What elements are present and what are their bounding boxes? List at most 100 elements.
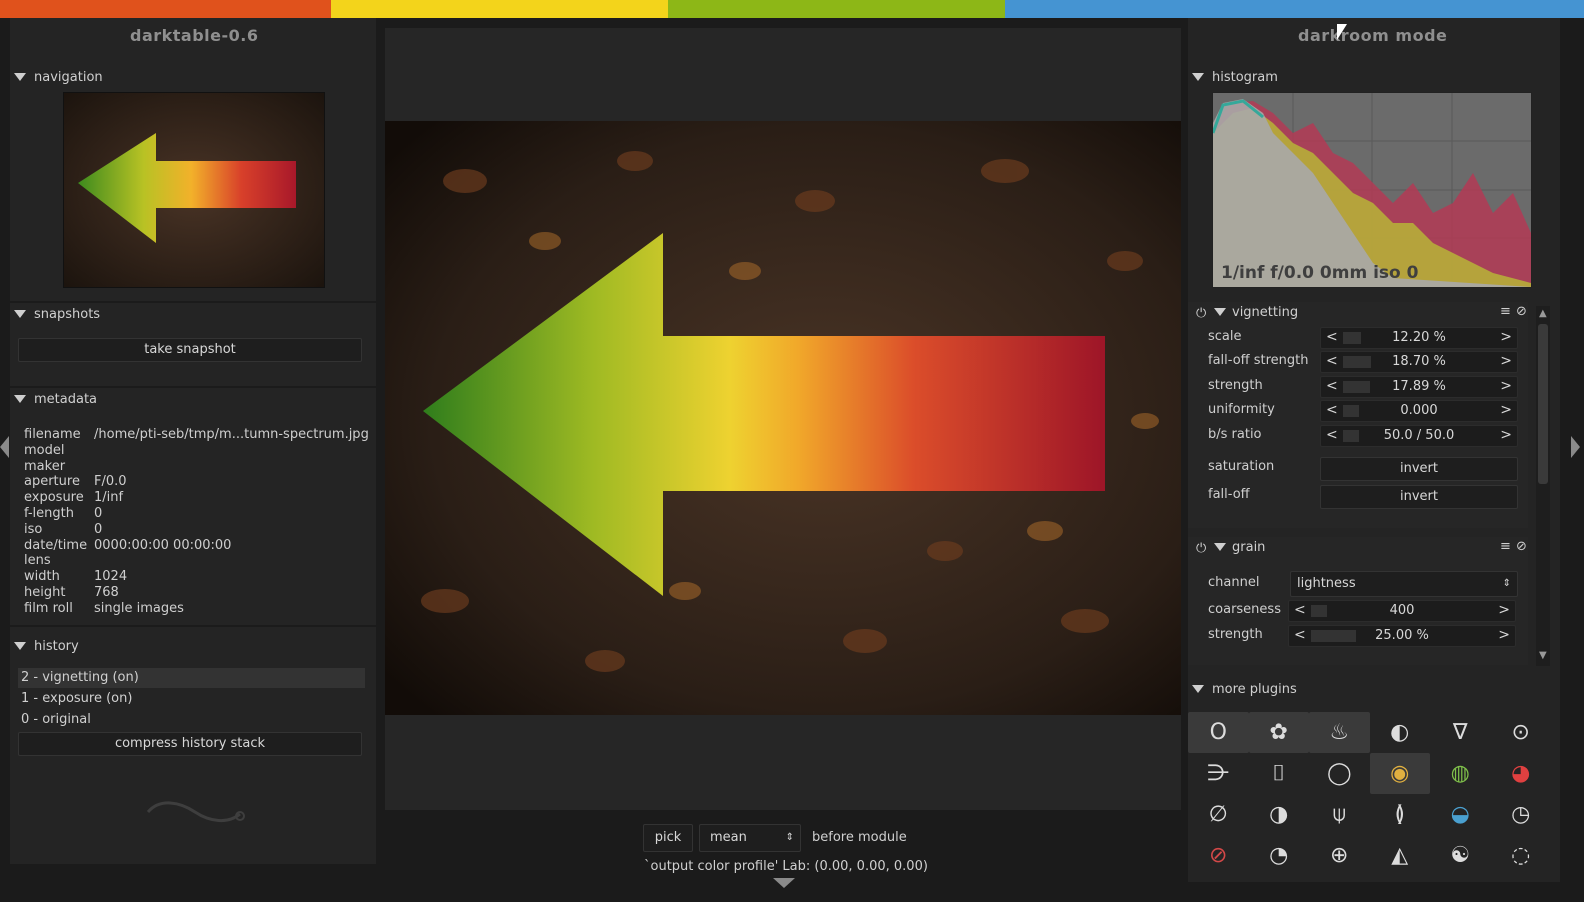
expand-triangle-icon xyxy=(14,395,26,403)
highlights-icon[interactable]: ⊕ xyxy=(1309,835,1370,876)
main-image-photo xyxy=(385,121,1181,715)
reset-icon[interactable]: ⊘ xyxy=(1516,304,1527,319)
color-balance-icon[interactable]: ◕ xyxy=(1491,753,1552,794)
metadata-key: filename xyxy=(24,427,81,442)
grain-module: ⏻ grain ≡ ⊘ channel lightness ⇕ coarsene… xyxy=(1188,537,1528,665)
plugin-grid: O ✿ ♨ ◐ ∇ ⊙ ⋺ ⌷ ◯ ◉ ◍ ◕ ∅ ◑ ⍦ ≬ ◒ ◷ ⊘ ◔ ⊕ ◭ ☯ ◌ xyxy=(1188,712,1551,876)
lowlight-icon[interactable]: ⍦ xyxy=(1309,794,1370,835)
saturation-invert-button[interactable]: invert xyxy=(1320,457,1518,481)
bottom-collapse-arrow-icon[interactable] xyxy=(773,878,795,888)
vignetting-slider[interactable]: scale <12.20 % > xyxy=(1208,327,1518,349)
snapshots-header[interactable]: snapshots xyxy=(10,305,100,323)
navigation-header[interactable]: navigation xyxy=(10,68,103,86)
spiral-icon[interactable]: ◐ xyxy=(1370,712,1431,753)
channel-select[interactable]: lightness ⇕ xyxy=(1290,571,1518,597)
invert-icon[interactable]: ⊘ xyxy=(1188,835,1249,876)
grain-yinyang-icon[interactable]: ☯ xyxy=(1430,835,1491,876)
crop-icon[interactable]: ⌷ xyxy=(1249,753,1310,794)
relight-icon[interactable]: ◭ xyxy=(1370,835,1431,876)
sharpen-icon[interactable]: ⋺ xyxy=(1188,753,1249,794)
metadata-value: 768 xyxy=(94,585,119,600)
modules-scrollbar[interactable]: ▲ ▼ xyxy=(1536,306,1550,666)
grain-strength-slider-box[interactable]: < 25.00 % > xyxy=(1288,625,1516,647)
vignetting-slider[interactable]: fall-off strength <18.70 % > xyxy=(1208,351,1518,374)
no-color-icon[interactable]: ∅ xyxy=(1188,794,1249,835)
slider-box[interactable]: <0.000 > xyxy=(1320,400,1518,423)
histogram-view[interactable]: 1/inf f/0.0 0mm iso 0 xyxy=(1212,92,1532,288)
history-item[interactable]: 2 - vignetting (on) xyxy=(18,668,365,688)
color-rainbow-icon[interactable]: ◉ xyxy=(1369,753,1430,794)
vignetting-slider[interactable]: uniformity <0.000 > xyxy=(1208,400,1518,423)
main-image[interactable] xyxy=(385,121,1181,715)
reset-icon[interactable]: ⊘ xyxy=(1516,539,1527,554)
presets-menu-icon[interactable]: ≡ xyxy=(1500,539,1511,554)
slider-box[interactable]: <12.20 % > xyxy=(1320,327,1518,349)
metadata-row: filename/home/pti-seb/tmp/m...tumn-spect… xyxy=(24,427,369,443)
history-item[interactable]: 1 - exposure (on) xyxy=(18,689,365,709)
coarseness-value: 400 xyxy=(1389,603,1415,618)
histogram-header[interactable]: histogram xyxy=(1188,68,1278,86)
coarseness-slider-box[interactable]: < 400 > xyxy=(1288,600,1516,622)
color-wheel-icon[interactable]: ◍ xyxy=(1430,753,1491,794)
metadata-row: iso 0 xyxy=(24,522,102,538)
presets-menu-icon[interactable]: ≡ xyxy=(1500,304,1511,319)
history-label: history xyxy=(34,638,79,654)
left-collapse-arrow-icon[interactable] xyxy=(0,436,9,458)
increase-arrow-icon[interactable]: > xyxy=(1500,402,1512,418)
grain-strength-slider[interactable]: strength < 25.00 % > xyxy=(1208,625,1518,647)
top-bar-orange xyxy=(0,0,331,18)
expand-triangle-icon[interactable] xyxy=(1214,308,1226,316)
metadata-header[interactable]: metadata xyxy=(10,390,97,408)
navigation-thumbnail[interactable] xyxy=(63,92,325,288)
slider-box[interactable]: <18.70 % > xyxy=(1320,351,1518,374)
temperature-icon[interactable]: ♨ xyxy=(1309,712,1370,753)
more-plugins-label: more plugins xyxy=(1212,681,1297,697)
increase-arrow-icon[interactable]: > xyxy=(1500,427,1512,443)
top-bar-blue xyxy=(1005,0,1584,18)
grain-label: grain xyxy=(1232,540,1266,555)
time-icon[interactable]: ◷ xyxy=(1491,794,1552,835)
scroll-up-arrow-icon[interactable]: ▲ xyxy=(1539,308,1547,319)
contrast-icon[interactable]: ◑ xyxy=(1249,794,1310,835)
monochrome-icon[interactable]: ◔ xyxy=(1249,835,1310,876)
slider-box[interactable]: <50.0 / 50.0 > xyxy=(1320,424,1518,447)
coarseness-slider[interactable]: coarseness < 400 > xyxy=(1208,600,1518,622)
vignetting-slider[interactable]: strength <17.89 % > xyxy=(1208,375,1518,398)
expand-triangle-icon[interactable] xyxy=(1214,543,1226,551)
increase-arrow-icon[interactable]: > xyxy=(1500,378,1512,394)
exposure-icon[interactable]: O xyxy=(1188,712,1249,753)
increase-arrow-icon[interactable]: > xyxy=(1498,627,1510,643)
slider-label: strength xyxy=(1208,377,1263,393)
increase-arrow-icon[interactable]: > xyxy=(1500,329,1512,345)
ornament-swirl-icon xyxy=(146,801,245,822)
vignetting-module: ⏻ vignetting ≡ ⊘ scale <12.20 % > fall-off … xyxy=(1188,302,1528,528)
falloff-invert-button[interactable]: invert xyxy=(1320,485,1518,509)
increase-arrow-icon[interactable]: > xyxy=(1498,602,1510,618)
more-plugins-header[interactable]: more plugins xyxy=(1188,680,1297,698)
right-collapse-arrow-icon[interactable] xyxy=(1571,436,1580,458)
slider-label: b/s ratio xyxy=(1208,426,1262,442)
history-header[interactable]: history xyxy=(10,637,79,655)
mode-title: darkroom mode xyxy=(1298,26,1448,45)
scrollbar-thumb[interactable] xyxy=(1538,324,1548,484)
history-item[interactable]: 0 - original xyxy=(18,710,365,730)
pick-button[interactable]: pick xyxy=(643,824,693,852)
scroll-down-arrow-icon[interactable]: ▼ xyxy=(1539,650,1547,661)
slider-value: 0.000 xyxy=(1400,403,1438,419)
circle-dot-icon[interactable]: ⊙ xyxy=(1491,712,1552,753)
shadows-icon[interactable]: ◌ xyxy=(1491,835,1552,876)
filter-icon[interactable]: ∇ xyxy=(1430,712,1491,753)
color-circles-icon[interactable]: ✿ xyxy=(1248,712,1309,753)
pressure-icon[interactable]: ≬ xyxy=(1370,794,1431,835)
take-snapshot-button[interactable]: take snapshot xyxy=(18,338,362,362)
module-power-icon[interactable]: ⏻ xyxy=(1196,306,1206,321)
increase-arrow-icon[interactable]: > xyxy=(1500,353,1512,369)
rotate-icon[interactable]: ◯ xyxy=(1309,753,1370,794)
slider-box[interactable]: <17.89 % > xyxy=(1320,375,1518,398)
module-power-icon[interactable]: ⏻ xyxy=(1196,541,1206,556)
mode-select[interactable]: mean ⇕ xyxy=(699,824,801,852)
vignetting-slider[interactable]: b/s ratio <50.0 / 50.0 > xyxy=(1208,424,1518,447)
equalizer-icon[interactable]: ◒ xyxy=(1430,794,1491,835)
compress-history-button[interactable]: compress history stack xyxy=(18,732,362,756)
metadata-key: iso xyxy=(24,521,43,537)
